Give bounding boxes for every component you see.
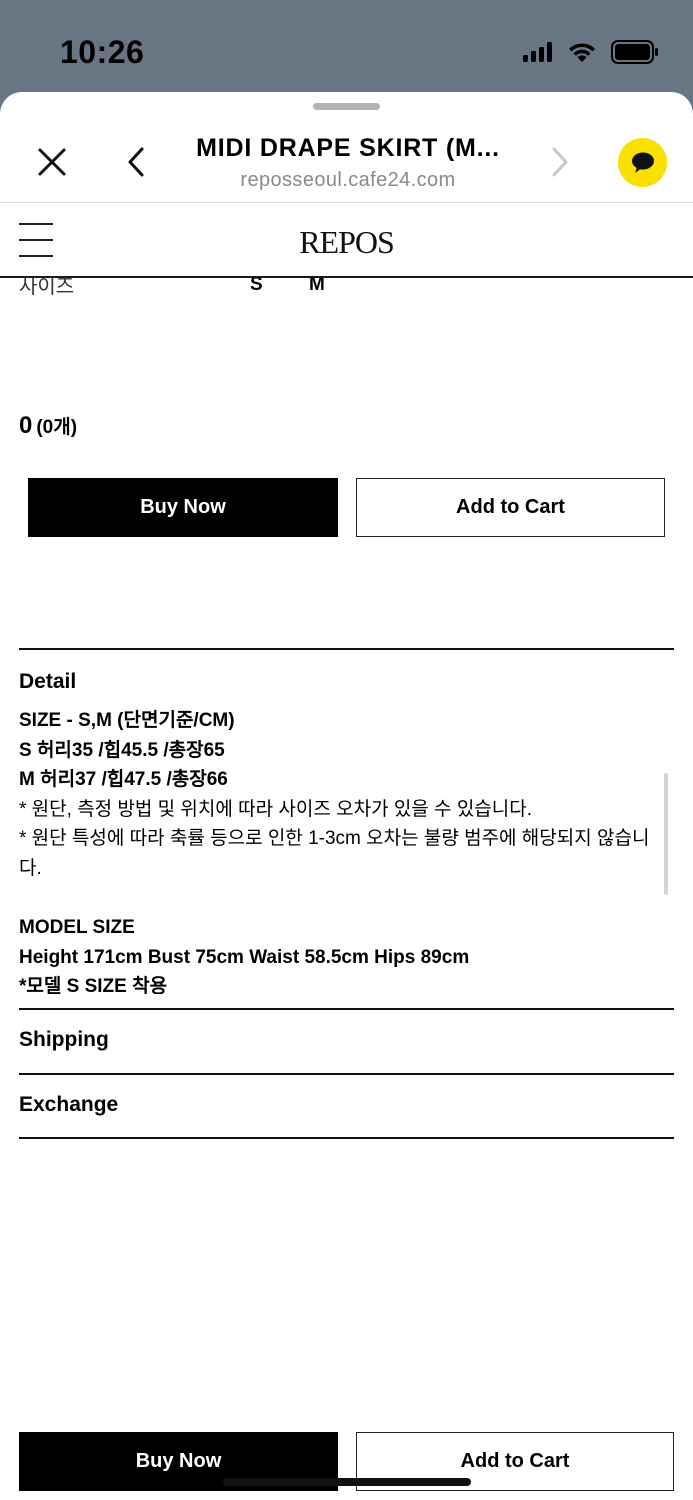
- detail-line: * 원단, 측정 방법 및 위치에 따라 사이즈 오차가 있을 수 있습니다.: [19, 798, 533, 820]
- status-time: 10:26: [60, 34, 145, 70]
- bottom-divider: [19, 1137, 674, 1139]
- detail-line: S 허리35 /힙45.5 /총장65: [19, 739, 225, 761]
- exchange-divider: [19, 1073, 674, 1075]
- detail-heading[interactable]: Detail: [19, 670, 76, 694]
- battery-icon: [611, 40, 658, 64]
- model-size-line: *모델 S SIZE 착용: [19, 976, 168, 994]
- total-price-value: 0: [19, 412, 33, 439]
- detail-scroll-area[interactable]: SIZE - S,M (단면기준/CM) S 허리35 /힙45.5 /총장65…: [19, 706, 669, 994]
- back-button[interactable]: [124, 146, 148, 178]
- status-bar: 10:26: [0, 0, 693, 92]
- browser-toolbar: MIDI DRAPE SKIRT (M... reposseoul.cafe24…: [0, 92, 693, 203]
- product-content: 사이즈 S M 0 (0개) Buy Now Add to Cart Detail…: [0, 278, 693, 1500]
- forward-button[interactable]: [548, 146, 572, 178]
- site-logo[interactable]: REPOS: [0, 224, 693, 261]
- detail-line: SIZE - S,M (단면기준/CM): [19, 710, 235, 731]
- model-size-line: Height 171cm Bust 75cm Waist 58.5cm Hips…: [19, 946, 470, 968]
- total-count: (0개): [36, 417, 78, 438]
- kakao-chat-icon: [631, 152, 654, 173]
- page-url[interactable]: reposseoul.cafe24.com: [160, 169, 536, 192]
- detail-line: M 허리37 /힙47.5 /총장66: [19, 769, 228, 790]
- forward-icon: [552, 147, 568, 177]
- wifi-icon: [569, 43, 595, 62]
- size-option-s[interactable]: S: [250, 278, 263, 296]
- detail-line: * 원단 특성에 따라 축률 등으로 인한 1-3cm 오차는 불량 범주에 해…: [19, 828, 650, 879]
- browser-title-area: MIDI DRAPE SKIRT (M... reposseoul.cafe24…: [160, 134, 536, 192]
- status-icons: [523, 40, 659, 64]
- size-option-row: 사이즈 S M: [19, 278, 679, 302]
- back-icon: [128, 147, 144, 177]
- model-size-heading: MODEL SIZE: [19, 917, 135, 938]
- size-option-m[interactable]: M: [309, 278, 325, 296]
- kakao-chat-button[interactable]: [618, 138, 667, 187]
- page-title: MIDI DRAPE SKIRT (M...: [196, 134, 500, 162]
- home-indicator[interactable]: [223, 1478, 471, 1486]
- size-label: 사이즈: [19, 278, 75, 298]
- shipping-section[interactable]: Shipping: [19, 1028, 109, 1052]
- total-price: 0 (0개): [19, 412, 77, 440]
- shipping-divider: [19, 1008, 674, 1010]
- close-icon: [38, 148, 66, 176]
- cellular-signal-icon: [523, 42, 552, 62]
- browser-sheet: MIDI DRAPE SKIRT (M... reposseoul.cafe24…: [0, 92, 693, 1500]
- exchange-section[interactable]: Exchange: [19, 1093, 118, 1117]
- detail-divider: [19, 648, 674, 650]
- buy-now-button[interactable]: Buy Now: [28, 478, 338, 537]
- add-to-cart-button[interactable]: Add to Cart: [356, 478, 665, 537]
- detail-scrollbar[interactable]: [664, 773, 668, 895]
- close-button[interactable]: [36, 146, 68, 178]
- site-header: REPOS: [0, 204, 693, 278]
